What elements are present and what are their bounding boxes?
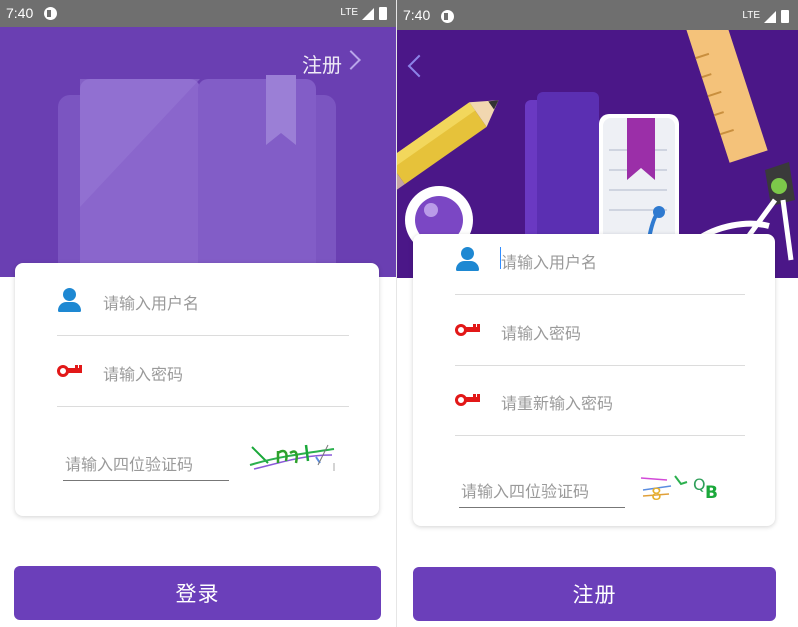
register-form-card: 请输入用户名 请输入密码 请重新输入密码 请输入四位验证码 8 Q B bbox=[413, 234, 775, 526]
svg-text:Q: Q bbox=[693, 475, 706, 494]
login-form-card: 请输入用户名 请输入密码 请输入四位验证码 bbox=[15, 263, 379, 516]
status-bar: 7:40 LTE bbox=[0, 0, 396, 27]
key-icon bbox=[455, 388, 481, 414]
captcha-field[interactable]: 请输入四位验证码 bbox=[63, 433, 229, 481]
register-password-input[interactable]: 请输入密码 bbox=[501, 320, 581, 344]
register-captcha-image[interactable]: 8 Q B bbox=[637, 466, 729, 516]
login-button[interactable]: 登录 bbox=[14, 566, 381, 620]
password-input[interactable]: 请输入密码 bbox=[103, 361, 183, 385]
signal-icon bbox=[764, 11, 776, 23]
battery-icon bbox=[781, 10, 789, 23]
captcha-image[interactable] bbox=[246, 435, 338, 485]
user-icon bbox=[455, 247, 481, 273]
user-icon bbox=[57, 288, 83, 314]
register-button[interactable]: 注册 bbox=[413, 567, 776, 621]
status-bar-register: 7:40 LTE bbox=[397, 0, 798, 30]
signal-icon bbox=[362, 8, 374, 20]
login-screen: 7:40 LTE 注册 请输入用户名 请输入密码 请输入四位验证码 登录 bbox=[0, 0, 396, 627]
status-network: LTE bbox=[340, 7, 358, 18]
register-link[interactable]: 注册 bbox=[302, 49, 342, 78]
captcha-input[interactable]: 请输入四位验证码 bbox=[65, 451, 193, 475]
app-indicator-icon bbox=[441, 10, 454, 23]
register-password-row[interactable]: 请输入密码 bbox=[455, 296, 745, 366]
app-indicator-icon bbox=[44, 7, 57, 20]
password-row[interactable]: 请输入密码 bbox=[57, 337, 349, 407]
confirm-password-input[interactable]: 请重新输入密码 bbox=[501, 390, 613, 414]
register-captcha-field[interactable]: 请输入四位验证码 bbox=[459, 460, 625, 508]
login-hero-banner: 注册 bbox=[0, 27, 396, 277]
username-row[interactable]: 请输入用户名 bbox=[57, 266, 349, 336]
svg-text:B: B bbox=[705, 483, 718, 503]
status-time-register: 7:40 bbox=[403, 7, 431, 23]
register-screen: 7:40 LTE 请输入用户名 请输入密码 请重新输入密码 请输入四位验证码 8… bbox=[397, 0, 798, 627]
username-input[interactable]: 请输入用户名 bbox=[103, 290, 199, 314]
register-username-input[interactable]: 请输入用户名 bbox=[501, 249, 597, 273]
confirm-password-row[interactable]: 请重新输入密码 bbox=[455, 366, 745, 436]
key-icon bbox=[57, 359, 83, 385]
register-captcha-input[interactable]: 请输入四位验证码 bbox=[461, 478, 589, 502]
svg-text:8: 8 bbox=[651, 485, 662, 505]
status-time: 7:40 bbox=[6, 5, 34, 21]
register-username-row[interactable]: 请输入用户名 bbox=[455, 225, 745, 295]
status-network-register: LTE bbox=[742, 10, 760, 21]
key-icon bbox=[455, 318, 481, 344]
battery-icon bbox=[379, 7, 387, 20]
